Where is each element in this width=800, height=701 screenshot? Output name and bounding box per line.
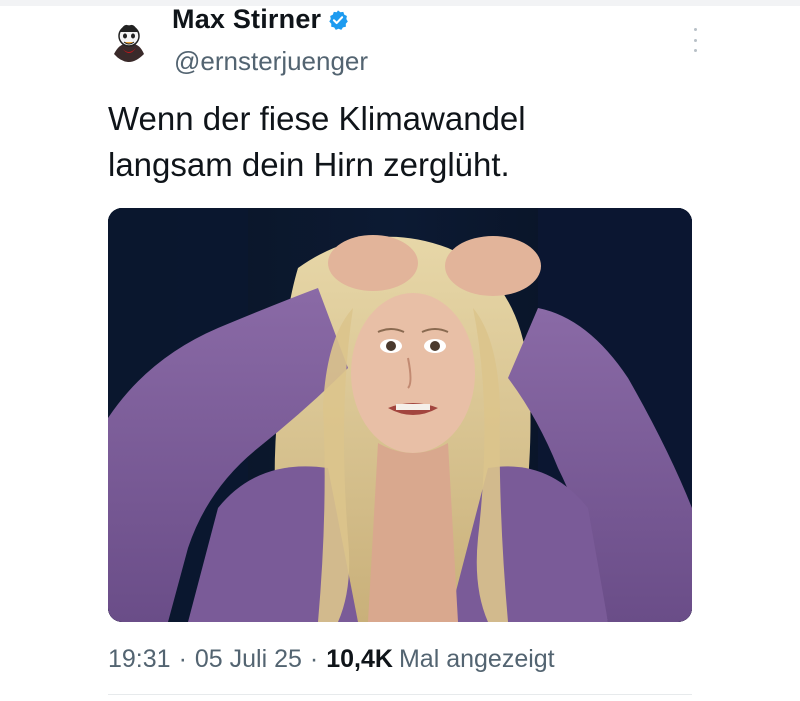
- tweet-text: Wenn der fiese Klimawandel langsam dein …: [108, 100, 526, 183]
- views-label: Mal angezeigt: [398, 645, 555, 673]
- top-divider: [0, 0, 800, 6]
- tweet-meta: 19:31 · 05 Juli 25 · 10,4K Mal angezeigt: [108, 645, 555, 674]
- avatar[interactable]: [106, 18, 152, 64]
- tweet-media-image[interactable]: [108, 208, 692, 622]
- views-count[interactable]: 10,4K: [326, 645, 393, 674]
- meta-separator: ·: [178, 645, 187, 673]
- author-handle[interactable]: @ernsterjuenger: [174, 46, 368, 77]
- verified-badge-icon: [327, 9, 349, 31]
- author-display-name[interactable]: Max Stirner: [172, 4, 321, 35]
- meta-separator: ·: [309, 645, 319, 673]
- tweet-date[interactable]: 05 Juli 25: [195, 645, 302, 674]
- bottom-divider: [108, 694, 692, 695]
- tweet-time[interactable]: 19:31: [108, 645, 171, 674]
- more-options-icon[interactable]: [688, 28, 702, 52]
